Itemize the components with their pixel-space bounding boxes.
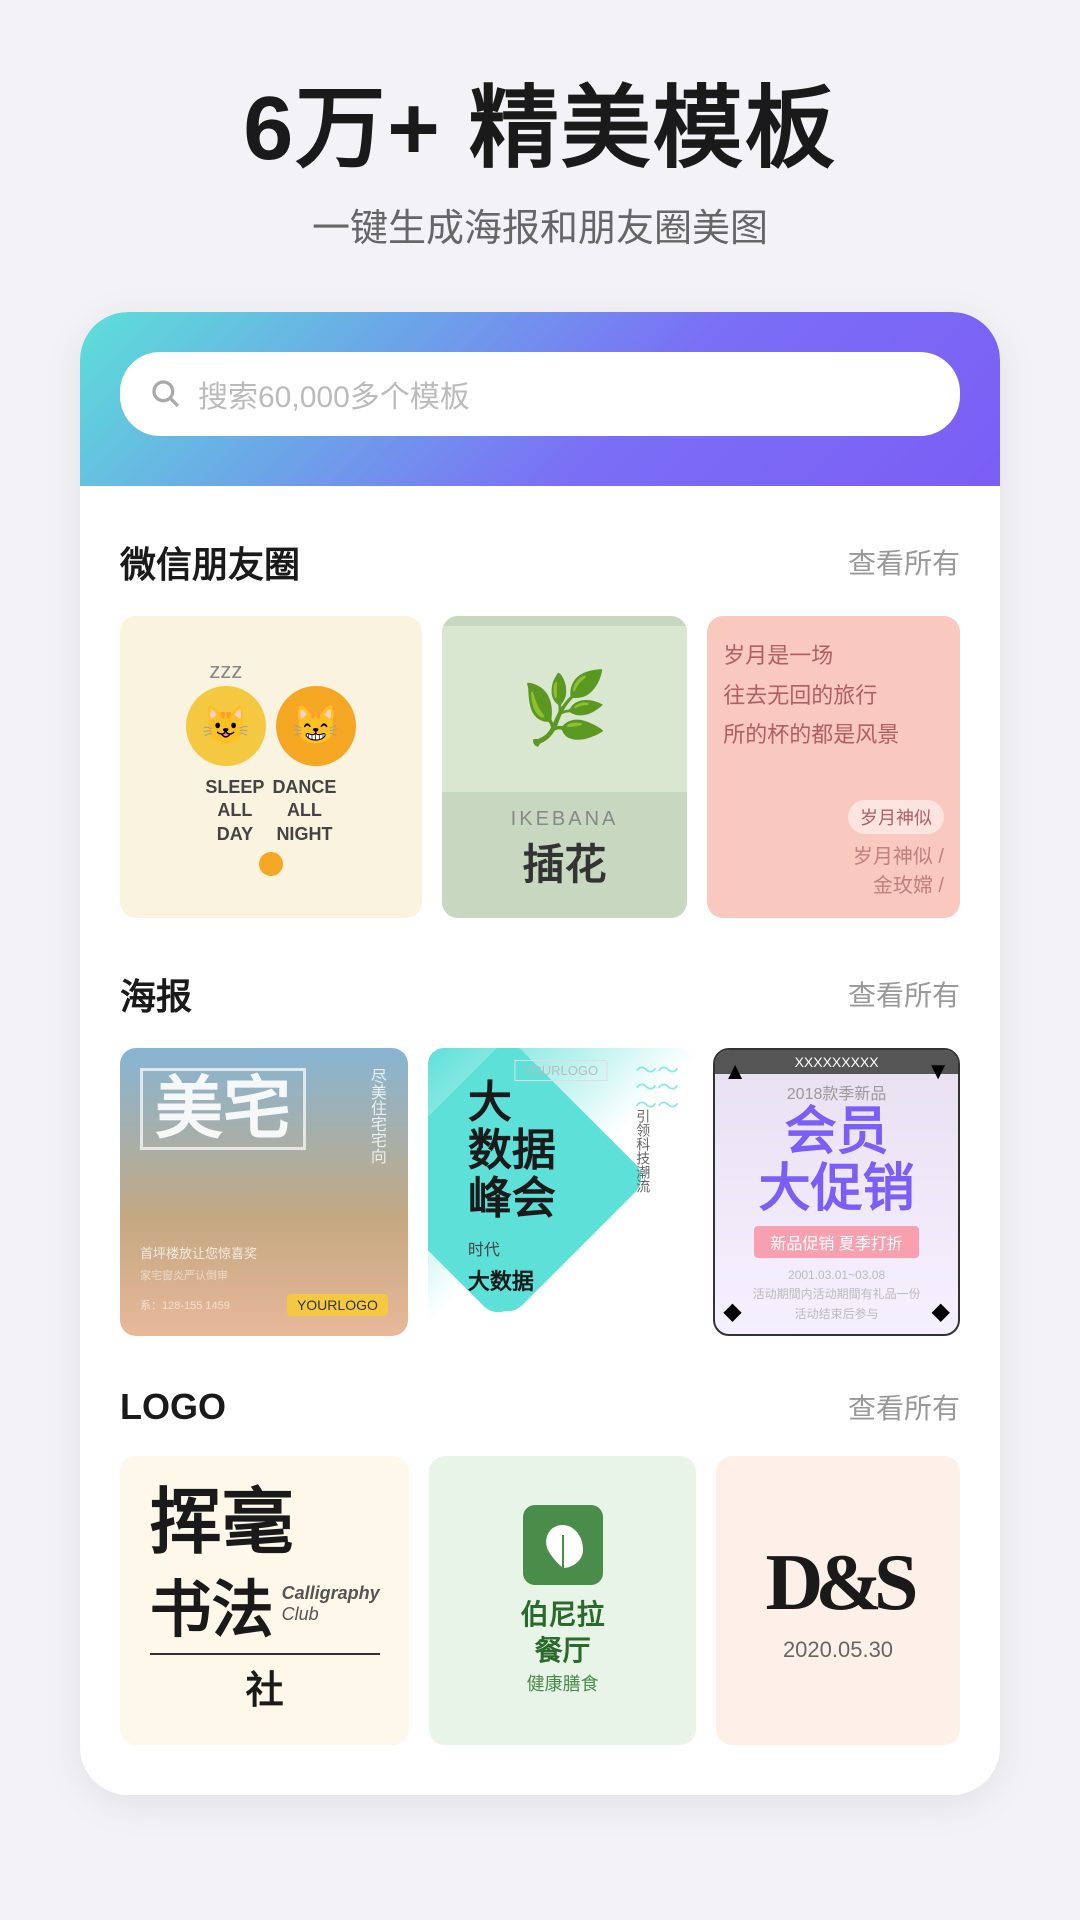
logo-template-grid: 挥毫 书法 Calligraphy Club 社	[120, 1456, 960, 1745]
char-2-icon: 😸	[276, 686, 356, 766]
corner-br-deco: ◆	[932, 1297, 950, 1326]
page-wrapper: 6万+ 精美模板 一键生成海报和朋友圈美图 搜索60,000多个模板 微信朋友圈…	[0, 0, 1080, 1920]
hero-subtitle: 一键生成海报和朋友圈美图	[243, 197, 837, 252]
poster1-contact: 系：128-155 1459	[140, 1297, 230, 1313]
poster-view-all[interactable]: 查看所有	[848, 974, 960, 1014]
corner-tl-deco: ▲	[723, 1058, 747, 1086]
wechat-section-title: 微信朋友圈	[120, 536, 300, 588]
calligraphy-brush-char: 挥毫	[150, 1487, 294, 1559]
corner-bl-deco: ◆	[723, 1297, 741, 1326]
ds-date: 2020.05.30	[783, 1637, 893, 1663]
poster3-main: 会员大促销	[759, 1104, 915, 1218]
orange-dot	[259, 852, 283, 876]
logo-section-title: LOGO	[120, 1386, 226, 1428]
poster3-top-bar: XXXXXXXXX	[715, 1050, 958, 1074]
ds-letters: D&S	[766, 1538, 911, 1629]
poem-author-area: 岁月神似 岁月神似 /金玫嫦 /	[723, 800, 944, 898]
logo-card-calligraphy[interactable]: 挥毫 书法 Calligraphy Club 社	[120, 1456, 409, 1745]
sleep-dance-text: SLEEPALLDAY DANCEALLNIGHT	[205, 776, 336, 846]
poster-section: 海报 查看所有 美宅 尽美住宅宅向 首坪楼放让您惊喜奖 家宅窗炎严认倒审	[120, 968, 960, 1336]
ikebana-en-label: IKEBANA	[511, 808, 619, 831]
poster1-logo: YOURLOGO	[287, 1294, 388, 1316]
poster2-yourlogo: YOURLOGO	[514, 1060, 607, 1081]
poster2-side-text: 引领科技潮流	[633, 1109, 653, 1193]
poster-card-member[interactable]: XXXXXXXXX ▲ ▼ 2018款季新品 会员大促销 新品促销 夏季打折 2…	[713, 1048, 960, 1336]
logo-section-header: LOGO 查看所有	[120, 1386, 960, 1428]
ikebana-image: 🌿	[442, 626, 687, 792]
wechat-section: 微信朋友圈 查看所有 zzz 😺 zzz 😸	[120, 536, 960, 918]
hero-section: 6万+ 精美模板 一键生成海报和朋友圈美图	[243, 80, 837, 252]
poster-card-bigdata[interactable]: YOURLOGO 〜〜〜〜〜〜 引领科技潮流 大数据峰会 时代	[428, 1048, 693, 1336]
poem-text: 岁月是一场往去无回的旅行所的杯的都是风景	[723, 636, 944, 755]
logo-section: LOGO 查看所有 挥毫 书法 Calligra	[120, 1386, 960, 1745]
poster2-badge: 大数据	[468, 1264, 653, 1296]
calligraphy-club-cn: 社	[150, 1653, 380, 1714]
content-area: 微信朋友圈 查看所有 zzz 😺 zzz 😸	[80, 536, 1000, 1795]
search-area: 搜索60,000多个模板	[80, 312, 1000, 486]
poster-card-realestate[interactable]: 美宅 尽美住宅宅向 首坪楼放让您惊喜奖 家宅窗炎严认倒审 系：128-155 1…	[120, 1048, 408, 1336]
restaurant-name-text: 伯尼拉餐厅	[521, 1597, 605, 1670]
ikebana-cn-label: 插花	[511, 831, 619, 892]
leaf-logo-icon	[523, 1505, 603, 1585]
hero-title: 6万+ 精美模板	[243, 80, 837, 179]
poster1-bottom-text: 首坪楼放让您惊喜奖 家宅窗炎严认倒审	[140, 1244, 388, 1286]
poster2-subtitle: 时代	[468, 1236, 653, 1260]
dance-text: DANCEALLNIGHT	[272, 776, 336, 846]
wechat-section-header: 微信朋友圈 查看所有	[120, 536, 960, 588]
poster1-footer: 系：128-155 1459 YOURLOGO	[140, 1294, 388, 1316]
poster1-side-text: 尽美住宅宅向	[364, 1068, 388, 1164]
calligraphy-main-char: 书法	[150, 1559, 274, 1649]
wechat-view-all[interactable]: 查看所有	[848, 542, 960, 582]
app-card: 搜索60,000多个模板 微信朋友圈 查看所有 zzz 😺	[80, 312, 1000, 1795]
sleep-text: SLEEPALLDAY	[205, 776, 264, 846]
logo-view-all[interactable]: 查看所有	[848, 1387, 960, 1427]
poster1-main-char: 美宅	[140, 1068, 306, 1150]
char-1-icon: 😺	[186, 686, 266, 766]
poster-section-title: 海报	[120, 968, 192, 1020]
poster1-top: 美宅 尽美住宅宅向	[140, 1068, 388, 1164]
calligraphy-title-row: 挥毫	[150, 1487, 380, 1559]
poster1-spacer	[140, 1164, 388, 1244]
logo-card-ds[interactable]: D&S 2020.05.30	[716, 1456, 960, 1745]
poster3-year: 2018款季新品	[787, 1080, 887, 1104]
calligraphy-logo-content: 挥毫 书法 Calligraphy Club 社	[150, 1487, 380, 1714]
search-bar[interactable]: 搜索60,000多个模板	[120, 352, 960, 436]
poster2-wave-deco: 〜〜〜〜〜〜	[635, 1062, 679, 1115]
wechat-card-ikebana[interactable]: 🌿 IKEBANA 插花	[442, 616, 687, 918]
calligraphy-en-row: 书法 Calligraphy Club	[150, 1559, 380, 1649]
search-placeholder: 搜索60,000多个模板	[198, 372, 470, 416]
poem-author-name: 岁月神似 /金玫嫦 /	[723, 840, 944, 898]
wechat-card-poem[interactable]: 岁月是一场往去无回的旅行所的杯的都是风景 岁月神似 岁月神似 /金玫嫦 /	[707, 616, 960, 918]
poster-template-grid: 美宅 尽美住宅宅向 首坪楼放让您惊喜奖 家宅窗炎严认倒审 系：128-155 1…	[120, 1048, 960, 1336]
calligraphy-en-name: Calligraphy	[282, 1583, 380, 1604]
corner-tr-deco: ▼	[926, 1058, 950, 1086]
restaurant-sub-text: 健康膳食	[527, 1670, 599, 1696]
wechat-template-grid: zzz 😺 zzz 😸 SLEEPALLDAY	[120, 616, 960, 918]
poem-author-badge: 岁月神似	[848, 800, 944, 834]
calligraphy-club-text: Club	[282, 1604, 380, 1625]
wechat-card-sleep-dance[interactable]: zzz 😺 zzz 😸 SLEEPALLDAY	[120, 616, 422, 918]
calligraphy-en-block: Calligraphy Club	[282, 1583, 380, 1625]
poster3-detail: 2001.03.01~03.08活动期間内活动期間有礼品一份活动结束后参与	[753, 1266, 921, 1324]
wechat-card-illustrations: zzz 😺 zzz 😸	[186, 658, 356, 766]
poster3-promo-badge: 新品促销 夏季打折	[754, 1226, 918, 1258]
poster2-main-title: 大数据峰会	[468, 1079, 653, 1224]
logo-card-restaurant[interactable]: 伯尼拉餐厅 健康膳食	[429, 1456, 696, 1745]
search-icon	[150, 378, 182, 410]
ikebana-text-area: IKEBANA 插花	[495, 792, 635, 908]
poster-section-header: 海报 查看所有	[120, 968, 960, 1020]
